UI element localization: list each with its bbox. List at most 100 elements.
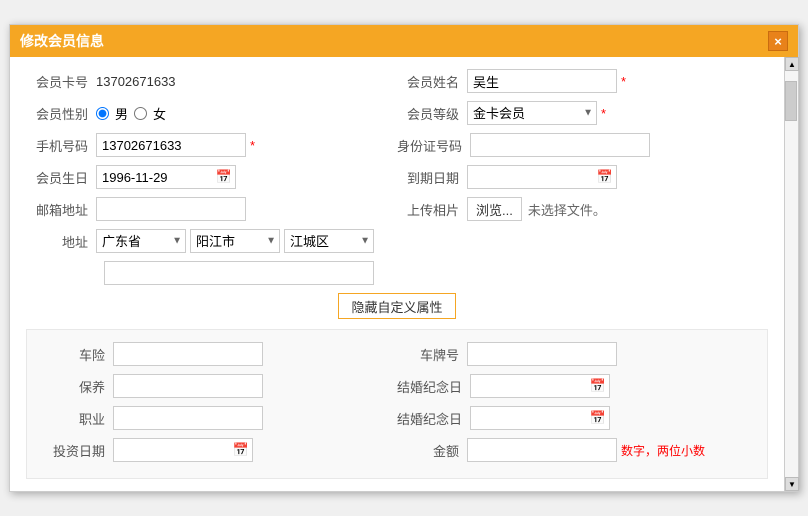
address-text-row (104, 261, 768, 285)
row-gender-level: 会员性别 男 女 会员等级 金卡会员 银卡会 (26, 101, 768, 125)
member-level-label: 会员等级 (397, 104, 467, 123)
member-gender-field: 会员性别 男 女 (26, 101, 397, 125)
district-select-wrapper: 江城区 ▼ (284, 229, 374, 253)
invest-date-input[interactable] (113, 438, 253, 462)
invest-date-field: 投资日期 📅 (43, 438, 397, 462)
browse-button[interactable]: 浏览... (467, 197, 522, 221)
wedding1-field: 结婚纪念日 📅 (397, 374, 751, 398)
phone-required: * (250, 138, 255, 153)
hide-custom-button[interactable]: 隐藏自定义属性 (338, 293, 455, 319)
member-gender-label: 会员性别 (26, 104, 96, 123)
dialog-scrollbar-area: 会员卡号 13702671633 会员姓名 * 会员性别 (10, 57, 798, 491)
invest-date-label: 投资日期 (43, 441, 113, 460)
wedding-anniversary1-label: 结婚纪念日 (397, 377, 470, 396)
invest-date-wrapper: 📅 (113, 438, 253, 462)
scroll-up-button[interactable]: ▲ (785, 57, 799, 71)
level-required: * (601, 106, 606, 121)
scroll-thumb[interactable] (785, 81, 797, 121)
member-name-label: 会员姓名 (397, 72, 467, 91)
city-select[interactable]: 阳江市 (190, 229, 280, 253)
expire-input[interactable] (467, 165, 617, 189)
row-birthday-expire: 会员生日 📅 到期日期 📅 (26, 165, 768, 189)
custom-row-car: 车险 车牌号 (43, 342, 751, 366)
career-field: 职业 (43, 406, 397, 430)
address-label: 地址 (26, 232, 96, 251)
member-card-field: 会员卡号 13702671633 (26, 69, 397, 93)
wedding1-input[interactable] (470, 374, 610, 398)
close-button[interactable]: × (768, 31, 788, 51)
member-level-select-wrapper: 金卡会员 银卡会员 普通会员 ▼ (467, 101, 597, 125)
email-field: 邮箱地址 (26, 197, 397, 221)
birthday-label: 会员生日 (26, 168, 96, 187)
wedding-anniversary2-label: 结婚纪念日 (397, 409, 470, 428)
upload-label: 上传相片 (397, 200, 467, 219)
row-card-name: 会员卡号 13702671633 会员姓名 * (26, 69, 768, 93)
dialog-body: 会员卡号 13702671633 会员姓名 * 会员性别 (10, 57, 784, 491)
maintenance-input[interactable] (113, 374, 263, 398)
idcard-field: 身份证号码 (397, 133, 768, 157)
custom-row-invest: 投资日期 📅 金额 数字，两位小数 (43, 438, 751, 462)
license-plate-input[interactable] (467, 342, 617, 366)
car-insurance-field: 车险 (43, 342, 397, 366)
upload-field: 上传相片 浏览... 未选择文件。 (397, 197, 768, 221)
custom-row-maintenance: 保养 结婚纪念日 📅 (43, 374, 751, 398)
idcard-input[interactable] (470, 133, 650, 157)
birthday-input[interactable] (96, 165, 236, 189)
dialog-scrollbar: ▲ ▼ (784, 57, 798, 491)
scroll-track (785, 71, 798, 477)
expire-label: 到期日期 (397, 168, 467, 187)
email-label: 邮箱地址 (26, 200, 96, 219)
gender-male-radio[interactable] (96, 107, 109, 120)
career-label: 职业 (43, 409, 113, 428)
hide-custom-wrapper: 隐藏自定义属性 (26, 293, 768, 319)
member-level-select[interactable]: 金卡会员 银卡会员 普通会员 (467, 101, 597, 125)
address-selects: 广东省 ▼ 阳江市 ▼ 江城区 (96, 229, 374, 253)
row-email-upload: 邮箱地址 上传相片 浏览... 未选择文件。 (26, 197, 768, 221)
custom-section: 车险 车牌号 保养 (26, 329, 768, 479)
scroll-down-button[interactable]: ▼ (785, 477, 799, 491)
wedding1-date-wrapper: 📅 (470, 374, 610, 398)
maintenance-label: 保养 (43, 377, 113, 396)
wedding2-date-wrapper: 📅 (470, 406, 610, 430)
custom-row-career: 职业 结婚纪念日 📅 (43, 406, 751, 430)
dialog-main-content: 会员卡号 13702671633 会员姓名 * 会员性别 (10, 57, 784, 491)
car-insurance-input[interactable] (113, 342, 263, 366)
wedding2-input[interactable] (470, 406, 610, 430)
amount-field: 金额 数字，两位小数 (397, 438, 751, 462)
email-input[interactable] (96, 197, 246, 221)
license-plate-field: 车牌号 (397, 342, 751, 366)
car-insurance-label: 车险 (43, 345, 113, 364)
edit-member-dialog: 修改会员信息 × 会员卡号 13702671633 会员姓名 * (9, 24, 799, 492)
expire-field: 到期日期 📅 (397, 165, 768, 189)
member-card-label: 会员卡号 (26, 72, 96, 91)
member-name-input[interactable] (467, 69, 617, 93)
gender-female-radio[interactable] (134, 107, 147, 120)
dialog-title: 修改会员信息 (20, 31, 104, 51)
address-row: 地址 广东省 ▼ 阳江市 ▼ (26, 229, 768, 253)
license-plate-label: 车牌号 (397, 345, 467, 364)
phone-label: 手机号码 (26, 136, 96, 155)
gender-radio-group: 男 女 (96, 104, 166, 123)
amount-hint: 数字，两位小数 (621, 442, 705, 459)
gender-female-label: 女 (153, 104, 166, 123)
birthday-date-wrapper: 📅 (96, 165, 236, 189)
maintenance-field: 保养 (43, 374, 397, 398)
row-phone-idcard: 手机号码 * 身份证号码 (26, 133, 768, 157)
member-card-value: 13702671633 (96, 74, 216, 89)
birthday-field: 会员生日 📅 (26, 165, 397, 189)
amount-input[interactable] (467, 438, 617, 462)
member-name-field: 会员姓名 * (397, 69, 768, 93)
address-detail-input[interactable] (104, 261, 374, 285)
career-input[interactable] (113, 406, 263, 430)
phone-input[interactable] (96, 133, 246, 157)
name-required: * (621, 74, 626, 89)
amount-label: 金额 (397, 441, 467, 460)
province-select-wrapper: 广东省 ▼ (96, 229, 186, 253)
gender-male-label: 男 (115, 104, 128, 123)
expire-date-wrapper: 📅 (467, 165, 617, 189)
dialog-header: 修改会员信息 × (10, 25, 798, 57)
province-select[interactable]: 广东省 (96, 229, 186, 253)
phone-field: 手机号码 * (26, 133, 397, 157)
district-select[interactable]: 江城区 (284, 229, 374, 253)
idcard-label: 身份证号码 (397, 136, 470, 155)
